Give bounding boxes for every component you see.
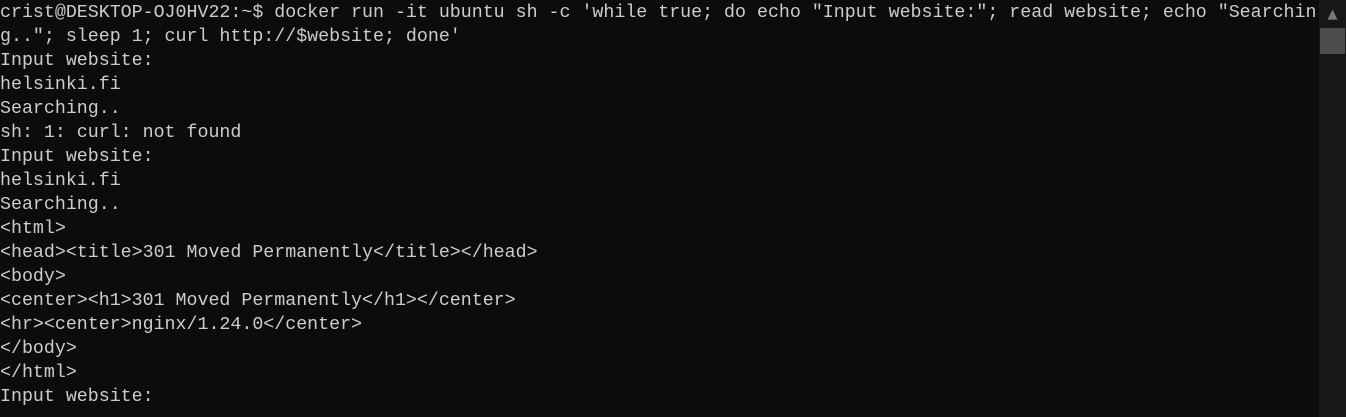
chevron-up-icon[interactable]: ▲ <box>1319 0 1346 27</box>
terminal-line: <center><h1>301 Moved Permanently</h1></… <box>0 291 516 311</box>
terminal-line: <head><title>301 Moved Permanently</titl… <box>0 243 538 263</box>
terminal-line: </html> <box>0 363 77 383</box>
terminal-line: helsinki.fi <box>0 171 121 191</box>
terminal-line: <html> <box>0 219 66 239</box>
terminal-line: <body> <box>0 267 66 287</box>
terminal-output[interactable]: crist@DESKTOP-OJ0HV22:~$ docker run -it … <box>0 0 1319 417</box>
vertical-scrollbar[interactable]: ▲ <box>1319 0 1346 417</box>
terminal-line: Searching.. <box>0 195 121 215</box>
terminal-line: Searching.. <box>0 99 121 119</box>
terminal-line: sh: 1: curl: not found <box>0 123 242 143</box>
terminal-line: Input website: <box>0 387 154 407</box>
terminal-line: Input website: <box>0 147 154 167</box>
terminal-line: </body> <box>0 339 77 359</box>
scrollbar-thumb[interactable] <box>1320 28 1345 54</box>
terminal-line: g.."; sleep 1; curl http://$website; don… <box>0 27 461 47</box>
terminal-line: helsinki.fi <box>0 75 121 95</box>
terminal-line: <hr><center>nginx/1.24.0</center> <box>0 315 363 335</box>
terminal-line: crist@DESKTOP-OJ0HV22:~$ docker run -it … <box>0 3 1317 23</box>
terminal-line: Input website: <box>0 51 154 71</box>
